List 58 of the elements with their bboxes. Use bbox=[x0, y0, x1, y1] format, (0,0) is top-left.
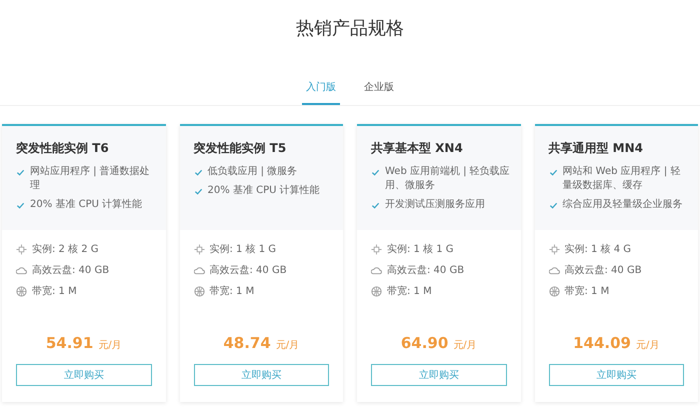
buy-button[interactable]: 立即购买 bbox=[548, 364, 684, 386]
feature-text: 低负载应用 | 微服务 bbox=[208, 165, 298, 179]
chip-icon bbox=[371, 244, 382, 254]
check-icon bbox=[548, 168, 558, 177]
feature-text: 开发测试压测服务应用 bbox=[385, 198, 485, 212]
cloud-icon bbox=[371, 264, 382, 276]
spec-text: 高效云盘: 40 GB bbox=[387, 264, 464, 277]
buy-button[interactable]: 立即购买 bbox=[371, 364, 506, 386]
check-icon bbox=[371, 168, 380, 177]
price: 144.09 bbox=[573, 334, 631, 352]
check-icon bbox=[371, 201, 380, 210]
check-icon bbox=[16, 168, 25, 177]
spec-text: 带宽: 1 M bbox=[564, 284, 610, 298]
globe-icon bbox=[16, 286, 27, 296]
cloud-icon bbox=[548, 264, 560, 276]
tab[interactable]: 企业版 bbox=[360, 76, 398, 105]
spec-text: 实例: 1 核 1 G bbox=[210, 242, 276, 256]
check-icon bbox=[16, 201, 25, 210]
product-name: 共享通用型 MN4 bbox=[548, 140, 644, 157]
price-unit: 元/月 bbox=[636, 339, 660, 352]
globe-icon bbox=[548, 286, 560, 296]
product-name: 共享基本型 XN4 bbox=[371, 140, 464, 157]
globe-icon bbox=[371, 286, 382, 296]
chip-icon bbox=[16, 244, 27, 254]
price-unit: 元/月 bbox=[98, 339, 122, 352]
feature-text: 20% 基准 CPU 计算性能 bbox=[208, 184, 320, 198]
spec-text: 高效云盘: 40 GB bbox=[210, 264, 287, 277]
buy-button[interactable]: 立即购买 bbox=[194, 364, 329, 386]
feature-text: 网站和 Web 应用程序 | 轻量级数据库、缓存 bbox=[562, 165, 682, 193]
product-name: 突发性能实例 T5 bbox=[194, 140, 288, 157]
price-unit: 元/月 bbox=[276, 339, 300, 352]
globe-icon bbox=[194, 286, 204, 296]
section-title: 热销产品规格 bbox=[295, 17, 405, 41]
price-unit: 元/月 bbox=[453, 339, 477, 352]
product-name: 突发性能实例 T6 bbox=[16, 140, 110, 157]
spec-text: 高效云盘: 40 GB bbox=[32, 264, 110, 277]
spec-text: 实例: 1 核 1 G bbox=[387, 242, 454, 256]
spec-text: 带宽: 1 M bbox=[387, 284, 432, 298]
cloud-icon bbox=[194, 264, 204, 276]
feature-text: 综合应用及轻量级企业服务 bbox=[562, 198, 682, 212]
price: 54.91 bbox=[46, 334, 94, 352]
spec-text: 高效云盘: 40 GB bbox=[564, 264, 642, 277]
cloud-icon bbox=[16, 264, 27, 276]
chip-icon bbox=[194, 244, 204, 254]
chip-icon bbox=[548, 244, 560, 254]
buy-button[interactable]: 立即购买 bbox=[16, 364, 152, 386]
price: 48.74 bbox=[223, 334, 271, 352]
check-icon bbox=[194, 187, 202, 196]
spec-text: 带宽: 1 M bbox=[32, 284, 77, 298]
spec-text: 实例: 2 核 2 G bbox=[32, 242, 99, 256]
price: 64.90 bbox=[400, 334, 448, 352]
feature-text: 网站应用程序 | 普通数据处理 bbox=[30, 165, 151, 193]
feature-text: 20% 基准 CPU 计算性能 bbox=[30, 198, 142, 212]
spec-text: 实例: 1 核 4 G bbox=[564, 242, 632, 256]
spec-text: 带宽: 1 M bbox=[210, 284, 254, 298]
feature-text: Web 应用前端机 | 轻负载应用、微服务 bbox=[385, 165, 510, 193]
check-icon bbox=[548, 201, 558, 210]
check-icon bbox=[194, 168, 202, 177]
